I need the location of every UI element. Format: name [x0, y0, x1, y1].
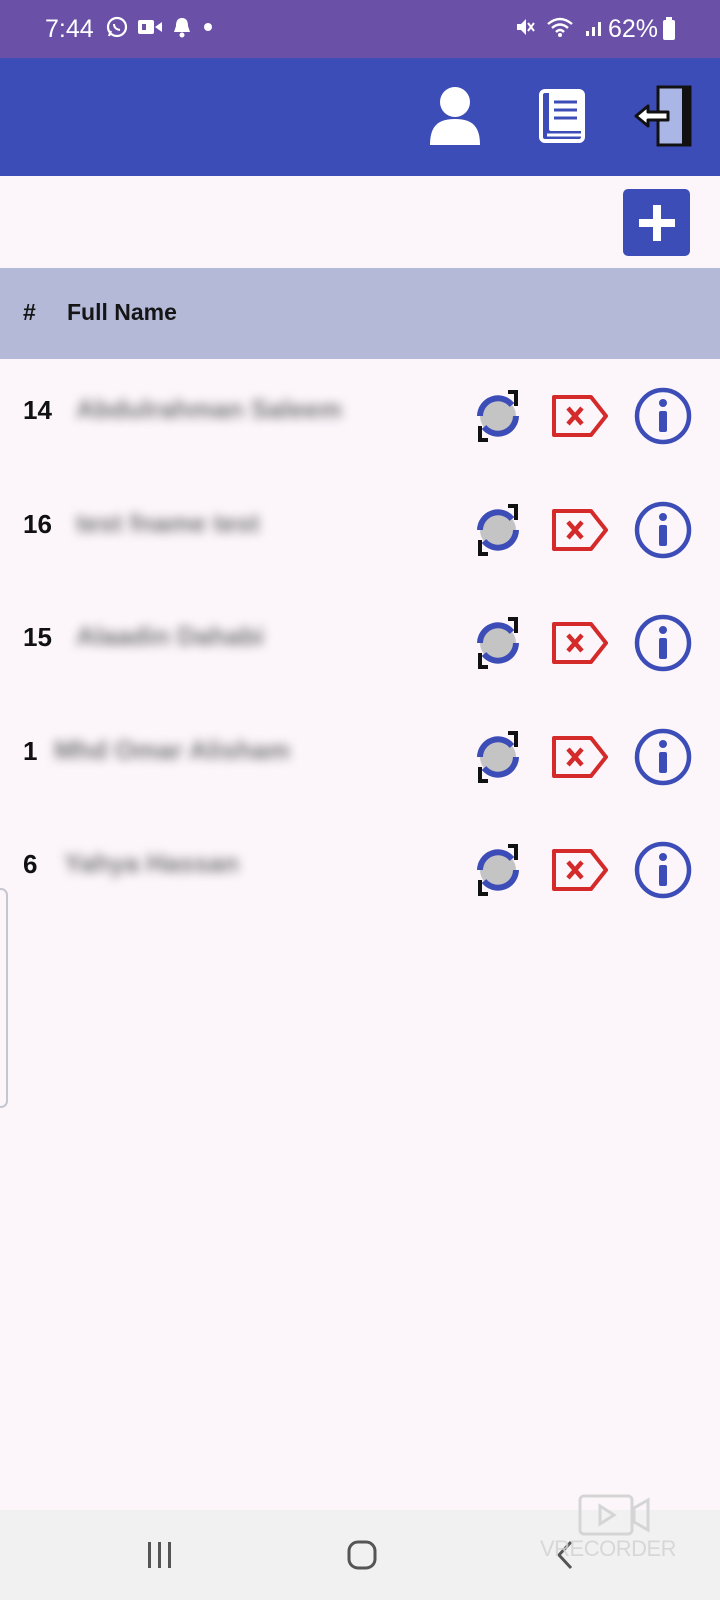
notification-bell-icon — [174, 18, 190, 38]
status-time: 7:44 — [45, 15, 94, 43]
table-row: 15 Alaadin Dahabi — [0, 586, 720, 699]
delete-button[interactable] — [547, 724, 613, 790]
home-icon — [347, 1540, 377, 1570]
table-row: 1 Mhd Omar Alisham — [0, 700, 720, 813]
sync-button[interactable] — [465, 724, 531, 790]
row-name: test fname test — [76, 508, 260, 538]
info-button[interactable] — [630, 610, 696, 676]
info-icon — [634, 387, 692, 445]
sync-icon — [477, 617, 519, 669]
recent-apps-button[interactable] — [130, 1532, 190, 1578]
info-button[interactable] — [630, 383, 696, 449]
battery-icon — [663, 17, 675, 40]
recent-apps-icon — [148, 1542, 171, 1568]
delete-button[interactable] — [547, 610, 613, 676]
recorder-icon — [578, 1494, 650, 1536]
row-id: 15 — [23, 622, 52, 652]
watermark-text: VRECORDER — [540, 1536, 677, 1561]
info-icon — [634, 614, 692, 672]
row-name: Yahya Hassan — [64, 848, 239, 878]
home-button[interactable] — [332, 1532, 392, 1578]
sync-icon — [477, 731, 519, 783]
delete-tag-icon — [552, 509, 608, 551]
sync-icon — [477, 390, 519, 442]
sync-button[interactable] — [465, 383, 531, 449]
sync-button[interactable] — [465, 837, 531, 903]
delete-tag-icon — [552, 849, 608, 891]
video-icon — [138, 20, 162, 34]
row-name: Alaadin Dahabi — [76, 621, 264, 651]
table-header: # Full Name — [0, 268, 720, 359]
whatsapp-icon — [106, 16, 128, 38]
delete-tag-icon — [552, 395, 608, 437]
logout-button[interactable] — [630, 83, 696, 149]
sync-button[interactable] — [465, 497, 531, 563]
delete-button[interactable] — [547, 837, 613, 903]
status-bar: 7:44 62% — [0, 0, 720, 58]
row-id: 14 — [23, 395, 52, 425]
recorder-watermark: VRECORDER — [540, 1488, 700, 1568]
info-button[interactable] — [630, 724, 696, 790]
logout-icon — [634, 85, 692, 147]
wifi-icon — [547, 17, 573, 37]
sync-button[interactable] — [465, 610, 531, 676]
header-full-name: Full Name — [67, 299, 177, 325]
row-name: Abdulrahman Saleem — [76, 394, 342, 424]
delete-button[interactable] — [547, 383, 613, 449]
sync-icon — [477, 844, 519, 896]
plus-icon — [638, 204, 675, 241]
battery-percent: 62% — [608, 15, 659, 43]
info-icon — [634, 728, 692, 786]
profile-button[interactable] — [422, 83, 488, 149]
info-icon — [634, 841, 692, 899]
table-row: 14 Abdulrahman Saleem — [0, 359, 720, 472]
signal-icon — [586, 22, 601, 36]
delete-tag-icon — [552, 736, 608, 778]
status-left-icons — [106, 16, 215, 38]
profile-icon — [430, 87, 480, 145]
delete-tag-icon — [552, 622, 608, 664]
app-bar — [0, 58, 720, 176]
table-row: 16 test fname test — [0, 473, 720, 586]
dot-icon — [204, 23, 212, 31]
toolbar-row — [0, 176, 720, 268]
info-icon — [634, 501, 692, 559]
row-id: 1 — [23, 736, 38, 766]
book-button[interactable] — [529, 83, 595, 149]
row-name: Mhd Omar Alisham — [54, 735, 290, 765]
book-icon — [539, 89, 585, 143]
row-id: 16 — [23, 509, 52, 539]
info-button[interactable] — [630, 837, 696, 903]
edge-panel-handle[interactable] — [0, 888, 8, 1108]
sync-icon — [477, 504, 519, 556]
delete-button[interactable] — [547, 497, 613, 563]
add-button[interactable] — [623, 189, 690, 256]
info-button[interactable] — [630, 497, 696, 563]
header-number: # — [23, 299, 36, 325]
mute-icon — [517, 19, 535, 35]
status-right-icons — [514, 16, 606, 38]
row-id: 6 — [23, 849, 38, 879]
table-row: 6 Yahya Hassan — [0, 813, 720, 926]
